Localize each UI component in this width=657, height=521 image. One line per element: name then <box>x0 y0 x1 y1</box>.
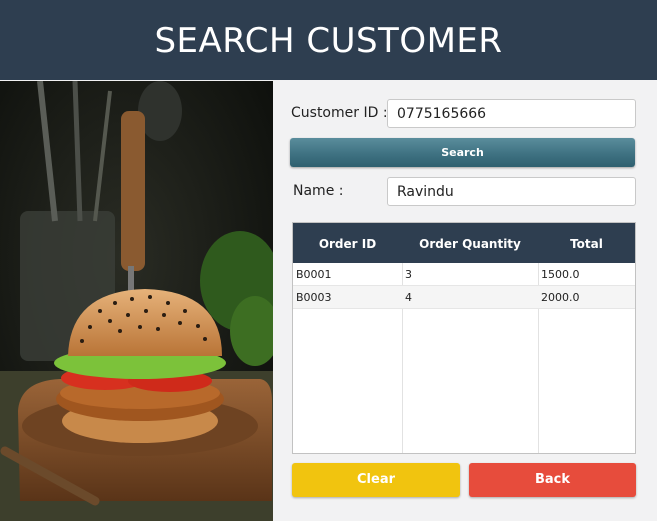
page-title: SEARCH CUSTOMER <box>154 21 503 61</box>
column-header-order-id[interactable]: Order ID <box>293 223 402 263</box>
table-header: Order ID Order Quantity Total <box>293 223 635 263</box>
clear-button[interactable]: Clear <box>292 463 460 497</box>
cell-order-quantity: 3 <box>405 268 412 281</box>
header-bar: SEARCH CUSTOMER <box>0 0 657 80</box>
name-label: Name : <box>293 183 344 199</box>
search-button[interactable]: Search <box>290 138 635 167</box>
back-button[interactable]: Back <box>469 463 636 497</box>
orders-table[interactable]: Order ID Order Quantity Total B0001 3 15… <box>292 222 636 454</box>
column-header-order-quantity[interactable]: Order Quantity <box>402 223 538 263</box>
table-row[interactable]: B0001 3 1500.0 <box>293 263 635 286</box>
column-header-total[interactable]: Total <box>538 223 635 263</box>
cell-order-quantity: 4 <box>405 291 412 304</box>
cell-order-id: B0001 <box>296 268 332 281</box>
burger-photo <box>0 81 273 521</box>
table-row[interactable]: B0003 4 2000.0 <box>293 286 635 309</box>
customer-id-input[interactable] <box>387 99 636 128</box>
customer-id-label: Customer ID : <box>291 105 388 121</box>
cell-total: 1500.0 <box>541 268 580 281</box>
name-field[interactable] <box>387 177 636 206</box>
cell-order-id: B0003 <box>296 291 332 304</box>
cell-total: 2000.0 <box>541 291 580 304</box>
